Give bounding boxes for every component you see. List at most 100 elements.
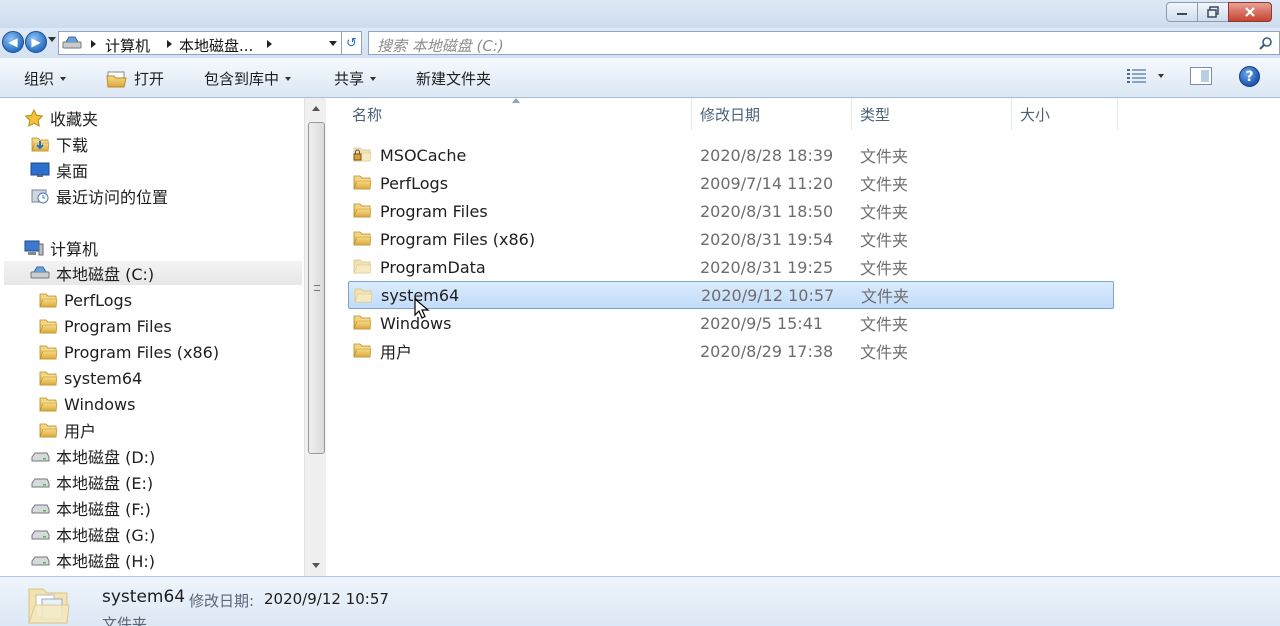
column-header-name[interactable]: 名称	[352, 104, 382, 128]
file-row-programdata[interactable]: ProgramData 2020/8/31 19:25 文件夹	[348, 253, 1114, 281]
nav-drive-f[interactable]: 本地磁盘 (F:)	[30, 496, 151, 520]
column-divider[interactable]	[1117, 98, 1118, 130]
downloads-folder-icon	[30, 135, 50, 153]
preview-pane-button[interactable]	[1190, 67, 1212, 85]
nav-drive-g[interactable]: 本地磁盘 (G:)	[30, 522, 155, 546]
nav-drive-h[interactable]: 本地磁盘 (H:)	[30, 548, 155, 572]
scrollbar-thumb[interactable]	[308, 122, 325, 454]
chevron-down-icon	[60, 76, 67, 81]
include-library-button[interactable]: 包含到库中	[204, 68, 292, 89]
file-date: 2009/7/14 11:20	[700, 173, 834, 193]
back-button[interactable]: ◀	[2, 31, 24, 53]
nav-folder-windows[interactable]: Windows	[38, 392, 135, 416]
nav-folder-system64[interactable]: system64	[38, 366, 142, 390]
file-date: 2020/8/31 18:50	[700, 201, 834, 221]
nav-downloads[interactable]: 下载	[30, 132, 88, 156]
folder-icon	[38, 291, 58, 309]
restore-icon	[1207, 6, 1219, 18]
nav-folder-label: PerfLogs	[64, 290, 133, 310]
organize-label: 组织	[24, 70, 55, 88]
breadcrumb-chevron-icon[interactable]	[167, 40, 172, 48]
details-file-type: 文件夹	[102, 615, 148, 626]
drive-icon	[31, 504, 50, 514]
nav-folder-perflogs[interactable]: PerfLogs	[38, 288, 132, 312]
command-bar: 组织 打开 包含到库中 共享 新建文件夹 ?	[0, 58, 1280, 98]
nav-folder-users[interactable]: 用户	[38, 418, 96, 442]
nav-drive-label: 本地磁盘 (H:)	[56, 552, 155, 571]
file-name: PerfLogs	[380, 173, 449, 193]
organize-button[interactable]: 组织	[24, 68, 67, 89]
file-row-program-files[interactable]: Program Files 2020/8/31 18:50 文件夹	[348, 197, 1114, 225]
file-name: 用户	[380, 343, 413, 362]
breadcrumb-drive[interactable]: 本地磁盘...	[179, 35, 253, 56]
search-icon[interactable]	[1259, 36, 1273, 50]
nav-recent-places[interactable]: 最近访问的位置	[30, 184, 168, 208]
nav-drive-e[interactable]: 本地磁盘 (E:)	[30, 470, 153, 494]
help-button[interactable]: ?	[1239, 66, 1260, 87]
nav-desktop[interactable]: 桌面	[30, 158, 88, 182]
computer-icon	[24, 240, 44, 256]
restore-button[interactable]	[1197, 2, 1229, 22]
scroll-up-icon[interactable]	[312, 106, 320, 111]
address-dropdown-icon[interactable]	[329, 41, 337, 46]
new-folder-button[interactable]: 新建文件夹	[416, 68, 491, 89]
minimize-button[interactable]	[1166, 2, 1198, 22]
file-row-perflogs[interactable]: PerfLogs 2009/7/14 11:20 文件夹	[348, 169, 1114, 197]
nav-folder-label: system64	[64, 368, 143, 388]
file-type: 文件夹	[860, 175, 909, 194]
nav-folder-program-files[interactable]: Program Files	[38, 314, 172, 338]
close-icon	[1245, 7, 1255, 17]
search-input[interactable]: 搜索 本地磁盘 (C:)	[368, 31, 1280, 55]
breadcrumb-chevron-icon[interactable]	[267, 40, 272, 48]
file-row-system64[interactable]: system64 2020/9/12 10:57 文件夹	[348, 281, 1114, 309]
nav-drive-label: 本地磁盘 (G:)	[56, 526, 156, 545]
file-date: 2020/9/12 10:57	[701, 285, 835, 305]
address-bar[interactable]: 计算机 本地磁盘...	[58, 31, 342, 55]
nav-drive-c[interactable]: 本地磁盘 (C:)	[4, 261, 302, 285]
file-row-msocache[interactable]: MSOCache 2020/8/28 18:39 文件夹	[348, 141, 1114, 169]
file-type: 文件夹	[860, 343, 909, 362]
history-dropdown-icon[interactable]	[48, 37, 56, 42]
view-options-button[interactable]	[1126, 67, 1164, 85]
nav-drive-label: 本地磁盘 (F:)	[56, 500, 151, 519]
share-label: 共享	[334, 70, 365, 88]
close-button[interactable]	[1228, 2, 1272, 22]
details-file-name: system64	[102, 587, 186, 607]
file-date: 2020/9/5 15:41	[700, 313, 824, 333]
file-row-windows[interactable]: Windows 2020/9/5 15:41 文件夹	[348, 309, 1114, 337]
nav-folder-program-files-x86[interactable]: Program Files (x86)	[38, 340, 219, 364]
column-divider[interactable]	[851, 98, 852, 130]
breadcrumb-chevron-icon[interactable]	[91, 40, 96, 48]
column-header-modified[interactable]: 修改日期	[700, 104, 760, 128]
breadcrumb-computer[interactable]: 计算机	[105, 35, 150, 56]
recent-places-icon	[31, 189, 49, 204]
nav-favorites-label: 收藏夹	[50, 110, 99, 129]
nav-computer[interactable]: 计算机	[24, 236, 98, 260]
column-divider[interactable]	[1011, 98, 1012, 130]
refresh-button[interactable]: ↺	[342, 31, 362, 55]
star-icon	[24, 109, 44, 127]
drive-icon	[62, 36, 82, 49]
file-date: 2020/8/28 18:39	[700, 145, 834, 165]
chevron-down-icon	[285, 76, 292, 81]
nav-favorites[interactable]: 收藏夹	[24, 106, 98, 130]
scroll-down-icon[interactable]	[312, 563, 320, 568]
nav-folder-label: Windows	[64, 394, 136, 414]
share-button[interactable]: 共享	[334, 68, 377, 89]
column-divider[interactable]	[691, 98, 692, 130]
folder-icon	[352, 229, 372, 247]
file-row-program-files-x86[interactable]: Program Files (x86) 2020/8/31 19:54 文件夹	[348, 225, 1114, 253]
column-header-size[interactable]: 大小	[1020, 104, 1050, 128]
include-library-label: 包含到库中	[204, 70, 280, 88]
file-type: 文件夹	[860, 315, 909, 334]
nav-scrollbar[interactable]	[304, 98, 326, 576]
file-row-users[interactable]: 用户 2020/8/29 17:38 文件夹	[348, 337, 1114, 365]
column-header-type[interactable]: 类型	[860, 104, 890, 128]
open-label: 打开	[134, 70, 165, 88]
forward-button[interactable]: ▶	[25, 31, 47, 53]
hidden-folder-icon	[353, 286, 373, 304]
nav-drive-d[interactable]: 本地磁盘 (D:)	[30, 444, 155, 468]
open-button[interactable]: 打开	[106, 68, 164, 89]
drive-icon	[31, 530, 50, 540]
file-date: 2020/8/31 19:54	[700, 229, 834, 249]
